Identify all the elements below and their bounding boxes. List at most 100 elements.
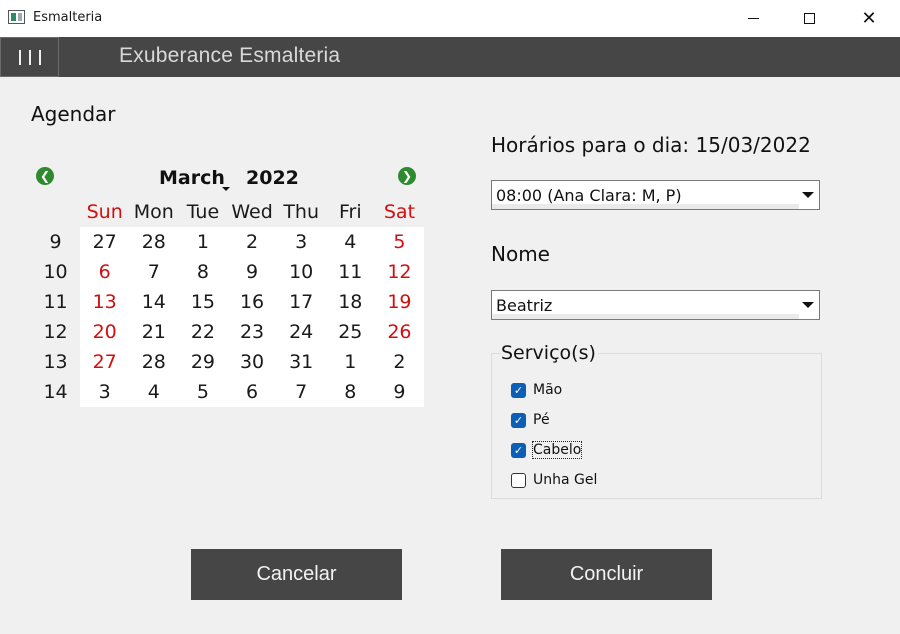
service-label: Unha Gel xyxy=(533,472,598,488)
calendar-day[interactable]: 12 xyxy=(374,257,424,287)
menu-button[interactable] xyxy=(0,37,59,77)
schedule-heading: Agendar xyxy=(31,102,116,126)
calendar-day[interactable]: 7 xyxy=(129,257,179,287)
calendar-day[interactable]: 16 xyxy=(227,287,277,317)
calendar-week-row: 13 27 28 29 30 31 1 2 xyxy=(31,347,424,377)
service-label: Cabelo xyxy=(531,441,583,459)
name-value: Beatriz xyxy=(496,296,553,315)
calendar-day[interactable]: 18 xyxy=(325,287,375,317)
chevron-down-icon[interactable] xyxy=(797,291,819,319)
calendar-day[interactable]: 24 xyxy=(276,317,326,347)
calendar-day[interactable]: 4 xyxy=(325,227,375,257)
calendar-day[interactable]: 13 xyxy=(80,287,130,317)
arrow-right-icon: ❯ xyxy=(401,169,413,183)
calendar-day[interactable]: 1 xyxy=(325,347,375,377)
calendar-nav: ❮ March 2022 ❯ xyxy=(31,160,424,197)
calendar-day[interactable]: 20 xyxy=(80,317,130,347)
times-heading: Horários para o dia: 15/03/2022 xyxy=(491,133,811,157)
year-selector[interactable]: 2022 xyxy=(246,167,299,189)
calendar-day[interactable]: 5 xyxy=(374,227,424,257)
calendar-day[interactable]: 3 xyxy=(276,227,326,257)
maximize-button[interactable] xyxy=(786,0,832,37)
weekday-label: Thu xyxy=(276,197,326,227)
arrow-left-icon: ❮ xyxy=(39,169,51,183)
name-select[interactable]: Beatriz xyxy=(491,290,820,320)
calendar-day[interactable]: 19 xyxy=(374,287,424,317)
weekday-label: Fri xyxy=(325,197,375,227)
service-checkbox-cabelo[interactable]: ✓ Cabelo xyxy=(511,440,583,460)
calendar-day[interactable]: 21 xyxy=(129,317,179,347)
services-legend: Serviço(s) xyxy=(501,342,598,364)
checkbox-checked-icon[interactable]: ✓ xyxy=(511,382,526,398)
calendar-week-row: 11 13 14 15 16 17 18 19 xyxy=(31,287,424,317)
close-button[interactable]: ✕ xyxy=(846,0,892,37)
calendar-day[interactable]: 3 xyxy=(80,377,130,407)
calendar-day[interactable]: 25 xyxy=(325,317,375,347)
calendar-day[interactable]: 17 xyxy=(276,287,326,317)
calendar-day[interactable]: 29 xyxy=(178,347,228,377)
minimize-button[interactable] xyxy=(730,0,776,37)
confirm-button[interactable]: Concluir xyxy=(501,549,712,600)
week-number: 13 xyxy=(31,347,81,377)
calendar-day[interactable]: 8 xyxy=(178,257,228,287)
calendar-day[interactable]: 28 xyxy=(129,347,179,377)
calendar-day[interactable]: 5 xyxy=(178,377,228,407)
menu-icon xyxy=(18,49,21,65)
minimize-icon xyxy=(747,18,759,19)
calendar-week-row: 10 6 7 8 9 10 11 12 xyxy=(31,257,424,287)
calendar-day[interactable]: 6 xyxy=(227,377,277,407)
calendar-day[interactable]: 8 xyxy=(325,377,375,407)
calendar-day[interactable]: 10 xyxy=(276,257,326,287)
weekday-label: Sun xyxy=(80,197,130,227)
service-label: Pé xyxy=(533,412,550,428)
next-month-button[interactable]: ❯ xyxy=(398,167,416,185)
window-title: Esmalteria xyxy=(33,10,103,25)
checkbox-checked-icon[interactable]: ✓ xyxy=(511,412,526,428)
calendar-day[interactable]: 14 xyxy=(129,287,179,317)
previous-month-button[interactable]: ❮ xyxy=(36,167,54,185)
window-title-bar: Esmalteria ✕ xyxy=(0,0,900,37)
close-icon: ✕ xyxy=(861,8,877,29)
week-number: 12 xyxy=(31,317,81,347)
calendar-day[interactable]: 6 xyxy=(80,257,130,287)
calendar-day[interactable]: 27 xyxy=(80,227,130,257)
calendar-day[interactable]: 2 xyxy=(374,347,424,377)
calendar-day[interactable]: 22 xyxy=(178,317,228,347)
calendar-day[interactable]: 2 xyxy=(227,227,277,257)
service-label: Mão xyxy=(533,382,563,398)
time-slot-value: 08:00 (Ana Clara: M, P) xyxy=(496,186,682,205)
calendar-day[interactable]: 30 xyxy=(227,347,277,377)
calendar-week-row: 14 3 4 5 6 7 8 9 xyxy=(31,377,424,407)
cancel-button[interactable]: Cancelar xyxy=(191,549,402,600)
calendar-week-row: 9 27 28 1 2 3 4 5 xyxy=(31,227,424,257)
checkbox-unchecked-icon[interactable] xyxy=(511,472,526,488)
week-number-header xyxy=(31,197,81,227)
app-header: Exuberance Esmalteria xyxy=(0,37,900,77)
chevron-down-icon[interactable] xyxy=(797,181,819,209)
service-checkbox-unha-gel[interactable]: Unha Gel xyxy=(511,470,597,490)
weekday-header-row: Sun Mon Tue Wed Thu Fri Sat xyxy=(31,197,424,227)
service-checkbox-pe[interactable]: ✓ Pé xyxy=(511,410,550,430)
app-title: Exuberance Esmalteria xyxy=(119,44,341,67)
calendar-day[interactable]: 4 xyxy=(129,377,179,407)
calendar-day[interactable]: 26 xyxy=(374,317,424,347)
calendar-day[interactable]: 27 xyxy=(80,347,130,377)
calendar-day-selected[interactable]: 15 xyxy=(178,287,228,317)
calendar-day[interactable]: 31 xyxy=(276,347,326,377)
name-heading: Nome xyxy=(491,242,550,266)
month-selector[interactable]: March xyxy=(159,167,225,189)
calendar-day[interactable]: 7 xyxy=(276,377,326,407)
month-dropdown-caret-icon[interactable] xyxy=(222,187,230,191)
calendar-day[interactable]: 11 xyxy=(325,257,375,287)
checkbox-checked-icon[interactable]: ✓ xyxy=(511,442,526,458)
time-slot-select[interactable]: 08:00 (Ana Clara: M, P) xyxy=(491,180,820,210)
calendar-day[interactable]: 1 xyxy=(178,227,228,257)
service-checkbox-mao[interactable]: ✓ Mão xyxy=(511,380,562,400)
calendar: ❮ March 2022 ❯ Sun Mon Tue Wed Thu Fri S… xyxy=(31,160,424,407)
calendar-day[interactable]: 9 xyxy=(374,377,424,407)
calendar-day[interactable]: 28 xyxy=(129,227,179,257)
week-number: 14 xyxy=(31,377,81,407)
calendar-day[interactable]: 9 xyxy=(227,257,277,287)
calendar-day[interactable]: 23 xyxy=(227,317,277,347)
weekday-label: Wed xyxy=(227,197,277,227)
